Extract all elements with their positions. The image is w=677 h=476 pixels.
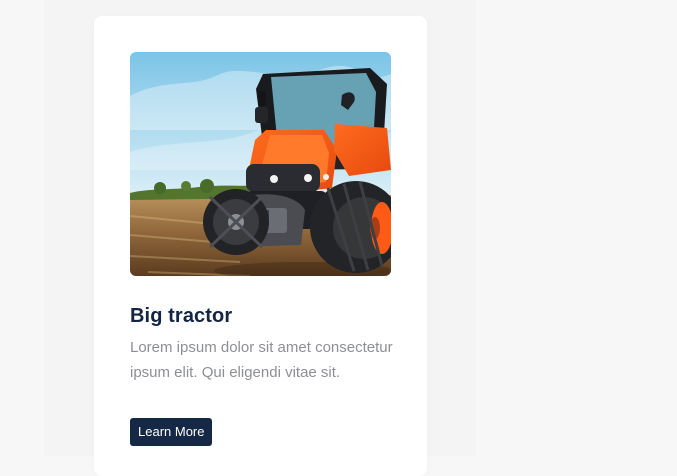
learn-more-button[interactable]: Learn More xyxy=(130,418,213,446)
tractor-image-svg xyxy=(130,52,391,276)
tractor-image xyxy=(130,52,391,276)
card-title: Big tractor xyxy=(130,305,233,327)
product-card: Big tractor Lorem ipsum dolor sit amet c… xyxy=(94,16,427,476)
card-description: Lorem ipsum dolor sit amet consectetur i… xyxy=(130,339,393,381)
